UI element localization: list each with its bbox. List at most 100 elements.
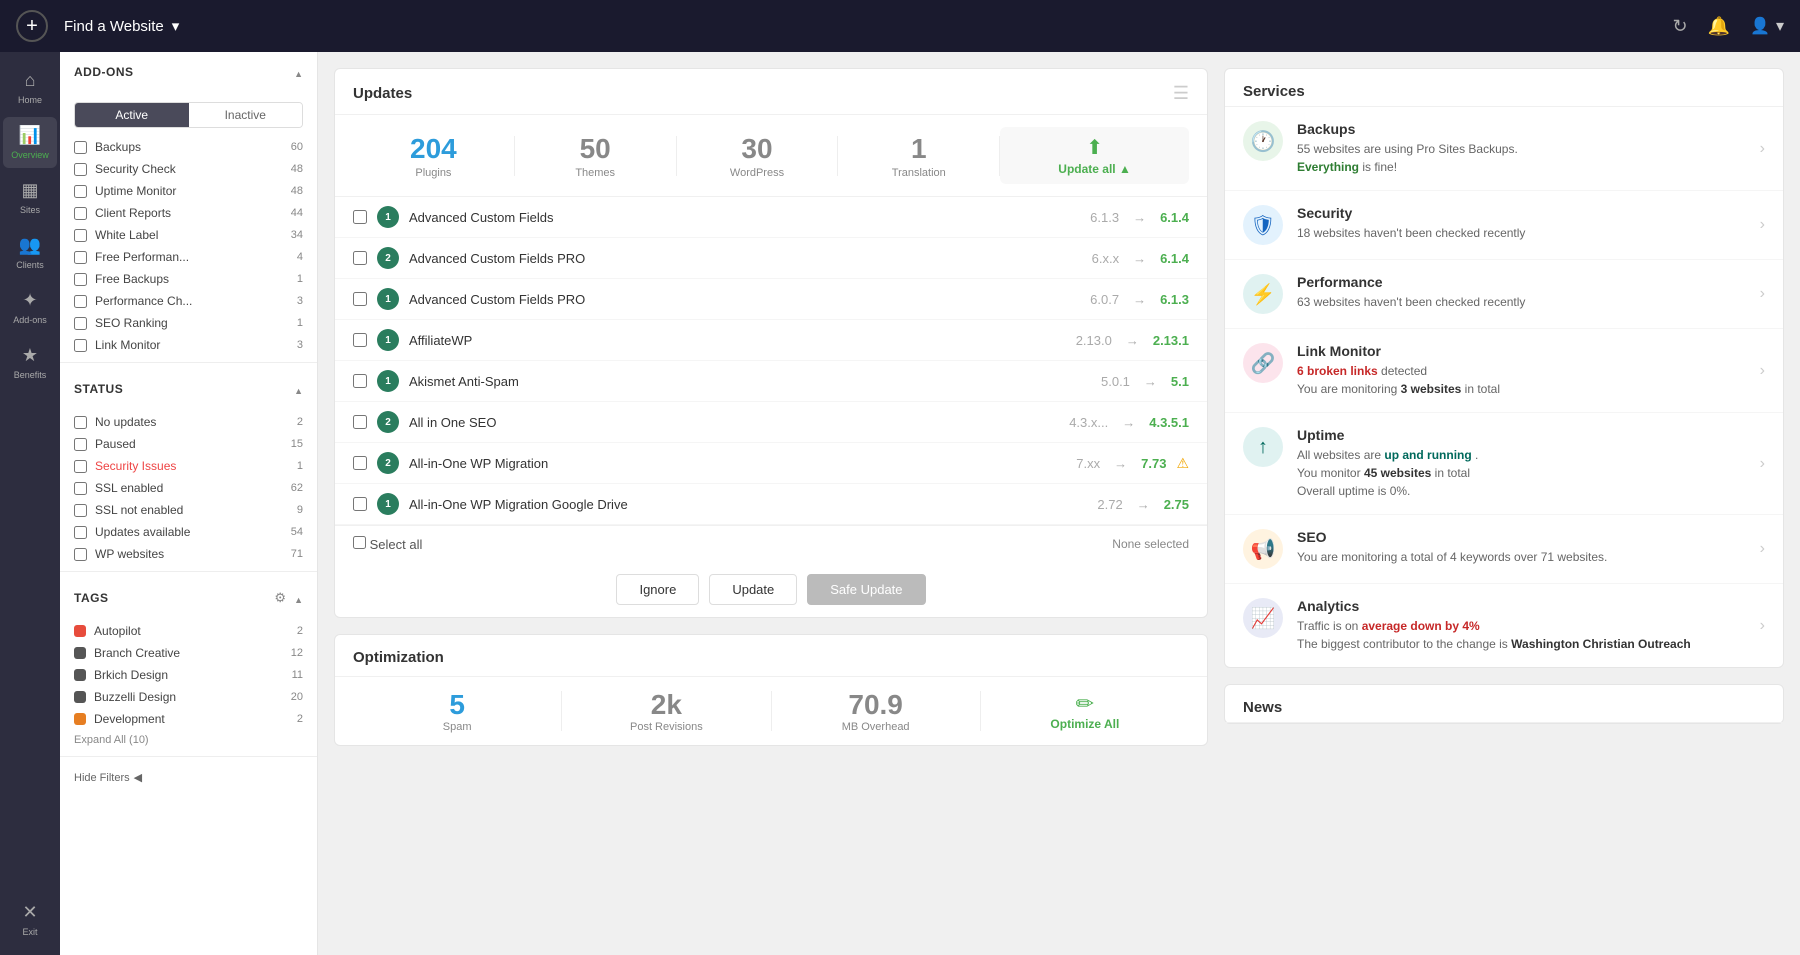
plugin-checkbox[interactable] xyxy=(353,415,367,429)
addon-checkbox[interactable] xyxy=(74,229,87,242)
plugin-checkbox[interactable] xyxy=(353,497,367,511)
updates-menu-icon[interactable]: ☰ xyxy=(1173,83,1189,104)
overhead-stat[interactable]: 70.9 MB Overhead xyxy=(772,689,980,733)
addon-checkbox[interactable] xyxy=(74,295,87,308)
service-row-backups[interactable]: 🕐 Backups 55 websites are using Pro Site… xyxy=(1225,107,1783,191)
service-row-link-monitor[interactable]: 🔗 Link Monitor 6 broken links detectedYo… xyxy=(1225,329,1783,413)
status-checkbox[interactable] xyxy=(74,416,87,429)
table-row[interactable]: 1 All-in-One WP Migration Google Drive 2… xyxy=(335,484,1207,525)
sidebar-addon-item[interactable]: Security Check 48 xyxy=(60,158,317,180)
ignore-button[interactable]: Ignore xyxy=(616,574,699,605)
themes-stat[interactable]: 50 Themes xyxy=(515,133,676,179)
service-row-analytics[interactable]: 📈 Analytics Traffic is on average down b… xyxy=(1225,584,1783,667)
expand-all-button[interactable]: Expand All (10) xyxy=(60,730,317,750)
status-checkbox[interactable] xyxy=(74,548,87,561)
sidebar-status-item[interactable]: No updates 2 xyxy=(60,411,317,433)
sidebar-tag-item[interactable]: Autopilot 2 xyxy=(60,620,317,642)
status-checkbox[interactable] xyxy=(74,504,87,517)
wordpress-label: WordPress xyxy=(677,167,838,179)
addons-section-header: Add-ons xyxy=(74,64,303,80)
service-name-seo: SEO xyxy=(1297,529,1746,545)
addons-collapse-icon[interactable] xyxy=(294,64,303,80)
sidebar-status-item[interactable]: Paused 15 xyxy=(60,433,317,455)
post-revisions-stat[interactable]: 2k Post Revisions xyxy=(562,689,770,733)
sidebar-status-item[interactable]: SSL enabled 62 xyxy=(60,477,317,499)
spam-stat[interactable]: 5 Spam xyxy=(353,689,561,733)
tags-collapse-icon[interactable] xyxy=(294,590,303,606)
sidebar-item-overview[interactable]: 📊 Overview xyxy=(3,117,57,168)
notifications-icon[interactable]: 🔔 xyxy=(1708,16,1730,37)
service-row-uptime[interactable]: ↑ Uptime All websites are up and running… xyxy=(1225,413,1783,515)
service-row-seo[interactable]: 📢 SEO You are monitoring a total of 4 ke… xyxy=(1225,515,1783,584)
plugin-checkbox[interactable] xyxy=(353,456,367,470)
status-checkbox[interactable] xyxy=(74,482,87,495)
plugin-checkbox[interactable] xyxy=(353,374,367,388)
sidebar-status-item[interactable]: WP websites 71 xyxy=(60,543,317,565)
sidebar-addon-item[interactable]: Performance Ch... 3 xyxy=(60,290,317,312)
sidebar-item-sites[interactable]: ▦ Sites xyxy=(3,172,57,223)
sidebar-addon-item[interactable]: Uptime Monitor 48 xyxy=(60,180,317,202)
status-checkbox[interactable] xyxy=(74,438,87,451)
wordpress-stat[interactable]: 30 WordPress xyxy=(677,133,838,179)
table-row[interactable]: 1 AffiliateWP 2.13.0 → 2.13.1 xyxy=(335,320,1207,361)
refresh-icon[interactable]: ↻ xyxy=(1673,16,1688,37)
translation-stat[interactable]: 1 Translation xyxy=(838,133,999,179)
sidebar-tag-item[interactable]: Development 2 xyxy=(60,708,317,730)
hide-filters-button[interactable]: Hide Filters ◀ xyxy=(60,763,317,792)
plugins-stat[interactable]: 204 Plugins xyxy=(353,133,514,179)
user-menu[interactable]: 👤 ▾ xyxy=(1750,16,1784,36)
table-row[interactable]: 1 Akismet Anti-Spam 5.0.1 → 5.1 xyxy=(335,361,1207,402)
plugin-checkbox[interactable] xyxy=(353,251,367,265)
table-row[interactable]: 2 All in One SEO 4.3.x... → 4.3.5.1 xyxy=(335,402,1207,443)
addon-checkbox[interactable] xyxy=(74,141,87,154)
sidebar-addon-item[interactable]: SEO Ranking 1 xyxy=(60,312,317,334)
sidebar-item-addons[interactable]: ✦ Add-ons xyxy=(3,282,57,333)
sidebar-item-benefits[interactable]: ★ Benefits xyxy=(3,337,57,388)
update-all-button[interactable]: ⬆ Update all ▲ xyxy=(1000,127,1189,184)
service-row-performance[interactable]: ⚡ Performance 63 websites haven't been c… xyxy=(1225,260,1783,329)
tags-settings-icon[interactable]: ⚙ xyxy=(274,590,286,606)
sidebar-status-item[interactable]: Security Issues 1 xyxy=(60,455,317,477)
addon-checkbox[interactable] xyxy=(74,339,87,352)
safe-update-button[interactable]: Safe Update xyxy=(807,574,925,605)
sidebar-status-item[interactable]: SSL not enabled 9 xyxy=(60,499,317,521)
sidebar-addon-item[interactable]: Free Performan... 4 xyxy=(60,246,317,268)
sidebar-addon-item[interactable]: White Label 34 xyxy=(60,224,317,246)
sidebar-status-item[interactable]: Updates available 54 xyxy=(60,521,317,543)
optimize-all-button[interactable]: ✏ Optimize All xyxy=(981,691,1189,731)
addon-checkbox[interactable] xyxy=(74,185,87,198)
sidebar-tag-item[interactable]: Brkich Design 11 xyxy=(60,664,317,686)
sidebar-addon-item[interactable]: Link Monitor 3 xyxy=(60,334,317,356)
status-collapse-icon[interactable] xyxy=(294,381,303,397)
table-row[interactable]: 2 Advanced Custom Fields PRO 6.x.x → 6.1… xyxy=(335,238,1207,279)
plugin-checkbox[interactable] xyxy=(353,292,367,306)
addon-checkbox[interactable] xyxy=(74,251,87,264)
table-row[interactable]: 2 All-in-One WP Migration 7.xx → 7.73 ⚠ xyxy=(335,443,1207,484)
tab-inactive[interactable]: Inactive xyxy=(189,103,303,127)
status-checkbox[interactable] xyxy=(74,460,87,473)
update-button[interactable]: Update xyxy=(709,574,797,605)
sidebar-item-home[interactable]: ⌂ Home xyxy=(3,62,57,113)
service-row-security[interactable]: 🛡 Security 18 websites haven't been chec… xyxy=(1225,191,1783,260)
sidebar-item-clients[interactable]: 👥 Clients xyxy=(3,227,57,278)
sidebar-item-exit[interactable]: ✕ Exit xyxy=(3,894,57,945)
table-row[interactable]: 1 Advanced Custom Fields PRO 6.0.7 → 6.1… xyxy=(335,279,1207,320)
addon-checkbox[interactable] xyxy=(74,273,87,286)
select-all-checkbox[interactable] xyxy=(353,536,366,549)
add-website-button[interactable]: + xyxy=(16,10,48,42)
select-all-checkbox-label[interactable]: Select all xyxy=(353,536,422,552)
sidebar-addon-item[interactable]: Free Backups 1 xyxy=(60,268,317,290)
find-website-dropdown[interactable]: Find a Website ▾ xyxy=(64,17,179,35)
plugin-checkbox[interactable] xyxy=(353,333,367,347)
addon-checkbox[interactable] xyxy=(74,207,87,220)
plugin-checkbox[interactable] xyxy=(353,210,367,224)
sidebar-addon-item[interactable]: Client Reports 44 xyxy=(60,202,317,224)
addon-checkbox[interactable] xyxy=(74,317,87,330)
table-row[interactable]: 1 Advanced Custom Fields 6.1.3 → 6.1.4 xyxy=(335,197,1207,238)
status-checkbox[interactable] xyxy=(74,526,87,539)
sidebar-tag-item[interactable]: Branch Creative 12 xyxy=(60,642,317,664)
sidebar-addon-item[interactable]: Backups 60 xyxy=(60,136,317,158)
addon-checkbox[interactable] xyxy=(74,163,87,176)
tab-active[interactable]: Active xyxy=(75,103,189,127)
sidebar-tag-item[interactable]: Buzzelli Design 20 xyxy=(60,686,317,708)
